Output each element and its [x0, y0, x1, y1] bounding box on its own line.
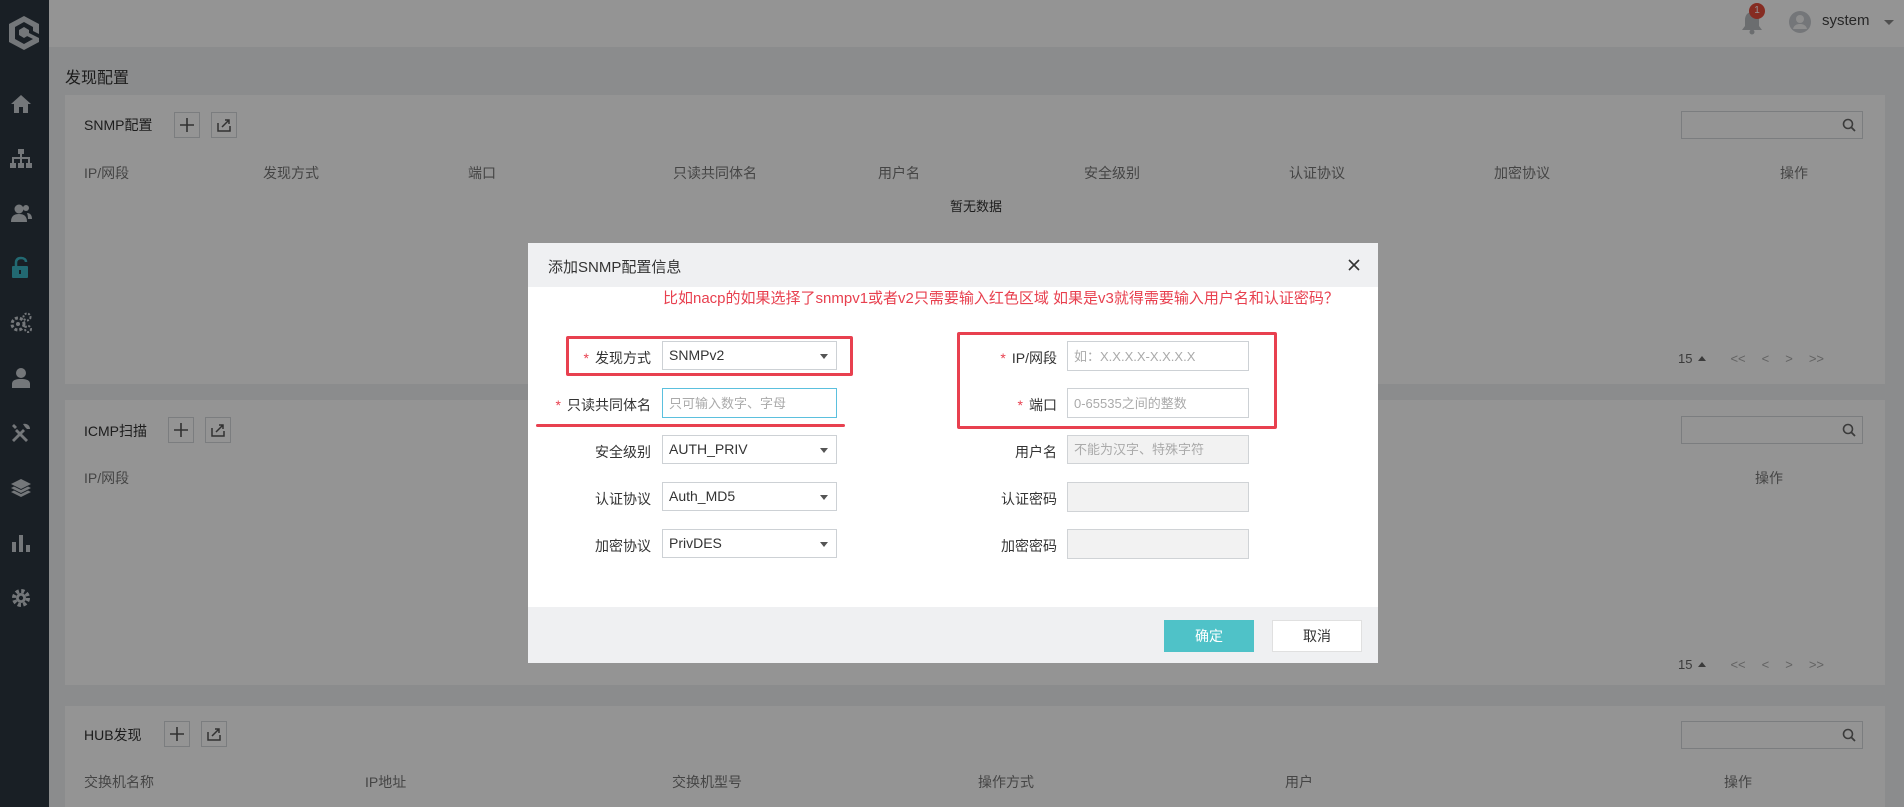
encrypt-protocol-value: PrivDES — [669, 535, 722, 551]
required-mark: * — [555, 397, 561, 413]
encrypt-password-label: 加密密码 — [1001, 538, 1057, 554]
confirm-button[interactable]: 确定 — [1164, 620, 1254, 652]
auth-protocol-value: Auth_MD5 — [669, 488, 736, 504]
encrypt-protocol-select[interactable]: PrivDES — [662, 529, 837, 558]
username-input — [1067, 435, 1249, 464]
close-icon[interactable] — [1346, 257, 1362, 273]
chevron-down-icon — [820, 495, 828, 500]
username-label: 用户名 — [1015, 444, 1057, 460]
annotation-note: 比如nacp的如果选择了snmpv1或者v2只需要输入红色区域 如果是v3就得需… — [663, 290, 1339, 307]
community-label-text: 只读共同体名 — [567, 397, 651, 413]
auth-protocol-label: 认证协议 — [595, 491, 651, 507]
annotation-box-discovery — [566, 336, 853, 376]
add-snmp-dialog: 添加SNMP配置信息 比如nacp的如果选择了snmpv1或者v2只需要输入红色… — [528, 243, 1378, 663]
auth-protocol-select[interactable]: Auth_MD5 — [662, 482, 837, 511]
chevron-down-icon — [820, 542, 828, 547]
annotation-box-ip-port — [957, 332, 1277, 429]
encrypt-protocol-label: 加密协议 — [595, 538, 651, 554]
security-level-label: 安全级别 — [595, 444, 651, 460]
encrypt-password-input — [1067, 529, 1249, 559]
security-level-value: AUTH_PRIV — [669, 441, 748, 457]
cancel-button[interactable]: 取消 — [1272, 620, 1362, 652]
auth-password-input — [1067, 482, 1249, 512]
auth-password-label: 认证密码 — [1001, 491, 1057, 507]
dialog-header: 添加SNMP配置信息 — [528, 243, 1378, 287]
community-input[interactable] — [662, 388, 837, 418]
chevron-down-icon — [820, 448, 828, 453]
security-level-select[interactable]: AUTH_PRIV — [662, 435, 837, 464]
dialog-footer: 确定 取消 — [528, 607, 1378, 663]
annotation-underline-community — [536, 424, 845, 427]
dialog-title: 添加SNMP配置信息 — [548, 259, 682, 276]
community-label: * 只读共同体名 — [528, 395, 651, 415]
